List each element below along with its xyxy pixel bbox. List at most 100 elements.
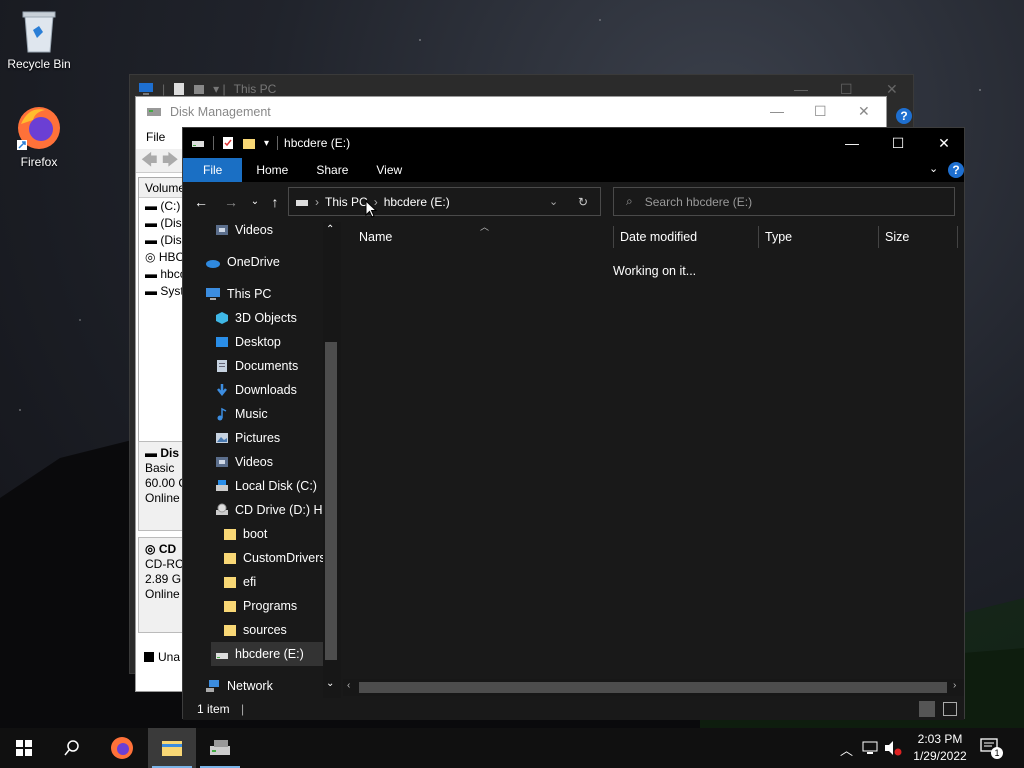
taskbar-disk-management[interactable] (196, 728, 244, 768)
nav-item-desktop[interactable]: Desktop (215, 330, 281, 354)
minimize-button[interactable]: — (829, 128, 875, 158)
forward-arrow-icon[interactable]: 🡆 (162, 152, 179, 169)
notification-count-badge: 1 (991, 747, 1003, 759)
tab-home[interactable]: Home (242, 158, 302, 182)
nav-item-local-disk[interactable]: Local Disk (C:) (215, 474, 317, 498)
volume-row[interactable]: ▬ (Disk (139, 215, 187, 232)
scroll-left-icon[interactable]: ‹ (347, 680, 350, 691)
folder-icon (224, 625, 236, 636)
scrollbar-thumb[interactable] (325, 342, 337, 660)
network-icon[interactable] (862, 740, 880, 756)
tab-share[interactable]: Share (302, 158, 362, 182)
scrollbar-thumb[interactable] (359, 682, 947, 693)
desktop-icon-firefox[interactable]: Firefox (1, 104, 77, 169)
column-header-type[interactable]: Type (765, 222, 792, 252)
customize-quick-access-icon[interactable]: ▾ (264, 138, 269, 149)
nav-item-videos[interactable]: Videos (215, 450, 273, 474)
taskbar-file-explorer[interactable] (148, 728, 196, 768)
refresh-icon[interactable]: ↻ (578, 195, 588, 209)
column-divider[interactable] (758, 226, 759, 248)
search-input[interactable]: ⌕ Search hbcdere (E:) (613, 187, 955, 216)
folder-icon (224, 553, 236, 564)
nav-item-documents[interactable]: Documents (215, 354, 298, 378)
file-explorer-window[interactable]: ▾ hbcdere (E:) — ☐ ✕ File Home Share Vie… (182, 127, 965, 720)
disk-0-panel[interactable]: ▬ Dis Basic 60.00 G Online (138, 441, 188, 531)
breadcrumb-this-pc[interactable]: This PC (325, 195, 368, 209)
scroll-up-icon[interactable]: ⌃ (326, 224, 334, 235)
volume-row[interactable]: ▬ (Disk (139, 232, 187, 249)
nav-item-pictures[interactable]: Pictures (215, 426, 280, 450)
up-button[interactable]: ↑ (265, 194, 285, 210)
tab-view[interactable]: View (362, 158, 416, 182)
close-button[interactable]: ✕ (858, 103, 870, 120)
show-hidden-icons-chevron-icon[interactable]: ︿ (840, 740, 853, 759)
firefox-icon (17, 107, 60, 150)
nav-item-videos[interactable]: Videos (215, 222, 273, 242)
volume-header[interactable]: Volume (139, 178, 187, 198)
column-divider[interactable] (613, 226, 614, 248)
nav-item-hbcdere[interactable]: hbcdere (E:) (211, 642, 341, 666)
cdrom-0-panel[interactable]: ◎ CD CD-RC 2.89 GI Online (138, 537, 188, 633)
nav-item-downloads[interactable]: Downloads (215, 378, 297, 402)
taskbar-firefox[interactable] (98, 728, 146, 768)
nav-item-music[interactable]: Music (215, 402, 268, 426)
desktop-icon-label: Firefox (20, 155, 58, 169)
help-icon[interactable]: ? (948, 162, 964, 178)
column-header-name[interactable]: Name (359, 222, 392, 252)
address-dropdown-icon[interactable]: ⌄ (549, 195, 558, 208)
address-bar[interactable]: › This PC › hbcdere (E:) ⌄ ↻ (288, 187, 601, 216)
properties-icon[interactable] (222, 136, 234, 150)
clock[interactable]: 2:03 PM 1/29/2022 (900, 731, 980, 765)
scroll-right-icon[interactable]: › (953, 680, 956, 691)
nav-scrollbar[interactable]: ⌃ ⌄ (323, 222, 341, 698)
large-icons-view-icon[interactable] (943, 702, 957, 716)
videos-icon (216, 457, 228, 467)
nav-item-folder[interactable]: Programs (223, 594, 297, 618)
tab-file[interactable]: File (183, 158, 243, 182)
column-header-size[interactable]: Size (885, 222, 909, 252)
volume-row[interactable]: ▬ (C:) (139, 198, 187, 215)
expand-ribbon-icon[interactable]: ⌄ (929, 162, 938, 175)
maximize-button[interactable]: ☐ (875, 128, 921, 158)
disk-name: ◎ CD (145, 542, 177, 556)
start-button[interactable] (0, 728, 48, 768)
action-center-button[interactable]: 1 (980, 738, 1004, 760)
volume-row[interactable]: ▬ hbcc (139, 266, 187, 283)
forward-button[interactable]: → (221, 194, 241, 210)
close-button[interactable]: ✕ (921, 128, 967, 158)
nav-item-onedrive[interactable]: OneDrive (205, 250, 280, 274)
close-button[interactable]: ✕ (886, 81, 898, 98)
volume-row[interactable]: ◎ HBC (139, 249, 187, 266)
nav-item-folder[interactable]: CustomDrivers (223, 546, 326, 570)
nav-item-cd-drive[interactable]: CD Drive (D:) HB (215, 498, 331, 522)
volume-row[interactable]: ▬ Syste (139, 283, 187, 300)
back-button[interactable]: ← (191, 194, 211, 210)
column-header-date-modified[interactable]: Date modified (620, 222, 697, 252)
3d-objects-icon (216, 312, 228, 324)
search-button[interactable] (48, 728, 96, 768)
minimize-button[interactable]: — (770, 103, 784, 119)
breadcrumb-chevron-icon[interactable]: › (315, 195, 319, 209)
details-view-icon[interactable] (919, 701, 935, 717)
horizontal-scrollbar[interactable]: ‹ › (343, 679, 964, 696)
scroll-down-icon[interactable]: ⌄ (326, 678, 334, 689)
nav-item-folder[interactable]: boot (223, 522, 267, 546)
window-title: hbcdere (E:) (284, 136, 351, 150)
breadcrumb-drive[interactable]: hbcdere (E:) (384, 195, 450, 209)
minimize-button[interactable]: — (794, 81, 808, 97)
recent-locations-icon[interactable]: ⌄ (245, 196, 265, 207)
column-divider[interactable] (878, 226, 879, 248)
nav-item-3d-objects[interactable]: 3D Objects (215, 306, 297, 330)
nav-item-network[interactable]: Network (205, 674, 273, 698)
nav-item-folder[interactable]: sources (223, 618, 287, 642)
explorer-titlebar[interactable]: ▾ hbcdere (E:) — ☐ ✕ (183, 128, 964, 158)
back-arrow-icon[interactable]: 🡄 (141, 152, 158, 169)
help-icon[interactable]: ? (896, 108, 912, 124)
new-folder-icon[interactable] (242, 136, 256, 150)
column-divider[interactable] (957, 226, 958, 248)
loading-status-text: Working on it... (613, 264, 697, 278)
maximize-button[interactable]: ☐ (814, 103, 827, 120)
nav-item-this-pc[interactable]: This PC (205, 282, 271, 306)
nav-item-folder[interactable]: efi (223, 570, 256, 594)
desktop-icon-recycle-bin[interactable]: Recycle Bin (1, 8, 77, 71)
